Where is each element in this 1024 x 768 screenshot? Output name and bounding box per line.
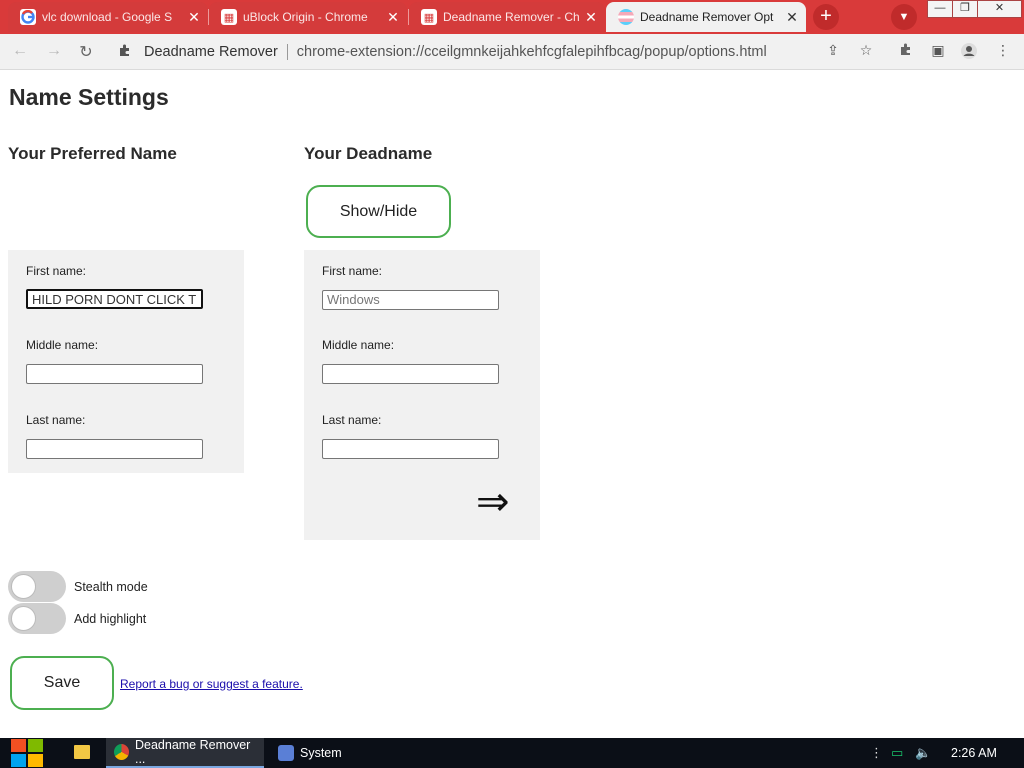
bookmark-star-icon[interactable]: ☆ [857, 42, 875, 59]
close-window-button[interactable]: ✕ [977, 0, 1022, 18]
deadname-heading: Your Deadname [304, 144, 433, 163]
tab-strip: vlc download - Google S ✕ ▦ uBlock Origi… [0, 0, 1024, 34]
tab-search-button[interactable]: ▼ [891, 4, 917, 30]
maximize-button[interactable]: ❐ [952, 0, 978, 18]
last-name-label: Last name: [322, 413, 382, 427]
omnibox-divider [286, 44, 288, 60]
extensions-icon[interactable] [897, 42, 915, 59]
windows-start-icon[interactable] [10, 738, 44, 768]
tab-ublock-origin[interactable]: ▦ uBlock Origin - Chrome ✕ [209, 2, 407, 32]
page-title: Name Settings [9, 84, 169, 110]
stealth-mode-toggle[interactable] [8, 571, 66, 602]
options-page: Name Settings Your Preferred Name Your D… [0, 70, 1024, 738]
middle-name-label: Middle name: [322, 338, 395, 352]
save-button[interactable]: Save [10, 656, 114, 710]
forward-icon[interactable]: → [44, 42, 64, 60]
deadname-middle-name-field[interactable] [322, 364, 499, 384]
reload-icon[interactable]: ↻ [76, 42, 96, 62]
add-highlight-label: Add highlight [74, 612, 147, 626]
toggle-knob [11, 606, 36, 631]
preferred-name-panel: First name: HILD PORN DONT CLICK T Middl… [8, 250, 244, 473]
chevron-down-icon: ▼ [898, 11, 910, 23]
taskbar-item-system[interactable]: System [270, 738, 350, 768]
first-name-label: First name: [322, 264, 383, 278]
tab-title: Deadname Remover - Ch [443, 10, 580, 24]
right-double-arrow-icon[interactable]: ⇒ [476, 482, 510, 522]
url-text: chrome-extension://cceilgmnkeijahkehfcgf… [296, 44, 767, 60]
overflow-tray-icon[interactable]: ⋮ [870, 745, 883, 761]
webstore-icon: ▦ [421, 9, 437, 25]
add-highlight-toggle[interactable] [8, 603, 66, 634]
show-hide-button[interactable]: Show/Hide [306, 185, 451, 238]
tab-deadname-remover-options[interactable]: Deadname Remover Opt ✕ [606, 2, 806, 32]
close-icon[interactable]: ✕ [583, 9, 599, 26]
network-icon[interactable]: ▭ [891, 745, 903, 761]
close-icon[interactable]: ✕ [186, 9, 202, 26]
webstore-icon: ▦ [221, 9, 237, 25]
preferred-name-heading: Your Preferred Name [8, 144, 177, 163]
clock[interactable]: 2:26 AM [951, 746, 997, 760]
tab-title: uBlock Origin - Chrome [243, 10, 368, 24]
google-icon [20, 9, 36, 25]
first-name-label: First name: [26, 264, 87, 278]
last-name-label: Last name: [26, 413, 86, 427]
extension-icon [118, 43, 134, 61]
tab-title: Deadname Remover Opt [640, 10, 774, 24]
middle-name-label: Middle name: [26, 338, 99, 352]
kebab-menu-icon[interactable]: ⋮ [994, 42, 1012, 59]
preferred-last-name-field[interactable] [26, 439, 203, 459]
tab-deadname-remover-store[interactable]: ▦ Deadname Remover - Ch ✕ [409, 2, 605, 32]
back-icon[interactable]: ← [10, 42, 30, 60]
share-icon[interactable]: ⇪ [824, 42, 842, 59]
address-bar[interactable]: Deadname Remover chrome-extension://ccei… [108, 37, 853, 67]
preferred-first-name-field[interactable]: HILD PORN DONT CLICK T [26, 289, 203, 309]
side-panel-icon[interactable]: ▣ [929, 42, 947, 59]
system-icon [278, 745, 294, 761]
taskbar-item-label: Deadname Remover ... [134, 738, 251, 766]
taskbar-item-chrome[interactable]: Deadname Remover ... [106, 738, 264, 768]
tab-vlc-download[interactable]: vlc download - Google S ✕ [8, 2, 208, 32]
toggle-knob [11, 574, 36, 599]
site-name: Deadname Remover [144, 44, 278, 60]
deadname-first-name-field[interactable]: Windows [322, 290, 499, 310]
minimize-button[interactable]: — [927, 0, 953, 18]
stealth-mode-label: Stealth mode [74, 580, 148, 594]
tab-title: vlc download - Google S [42, 10, 173, 24]
taskbar: Deadname Remover ... System ⋮ ▭ 🔈 2:26 A… [0, 738, 1024, 768]
volume-muted-icon[interactable]: 🔈 [915, 745, 931, 761]
taskbar-item-label: System [300, 746, 342, 760]
preferred-middle-name-field[interactable] [26, 364, 203, 384]
close-icon[interactable]: ✕ [385, 9, 401, 26]
profile-avatar-icon[interactable] [960, 42, 978, 63]
file-explorer-icon[interactable] [74, 745, 90, 759]
report-bug-link[interactable]: Report a bug or suggest a feature. [120, 677, 303, 691]
chrome-icon [114, 744, 129, 760]
close-icon[interactable]: ✕ [784, 9, 800, 26]
deadname-panel: First name: Windows Middle name: Last na… [304, 250, 540, 540]
trans-flag-icon [618, 9, 634, 25]
new-tab-button[interactable]: + [813, 4, 839, 30]
deadname-last-name-field[interactable] [322, 439, 499, 459]
